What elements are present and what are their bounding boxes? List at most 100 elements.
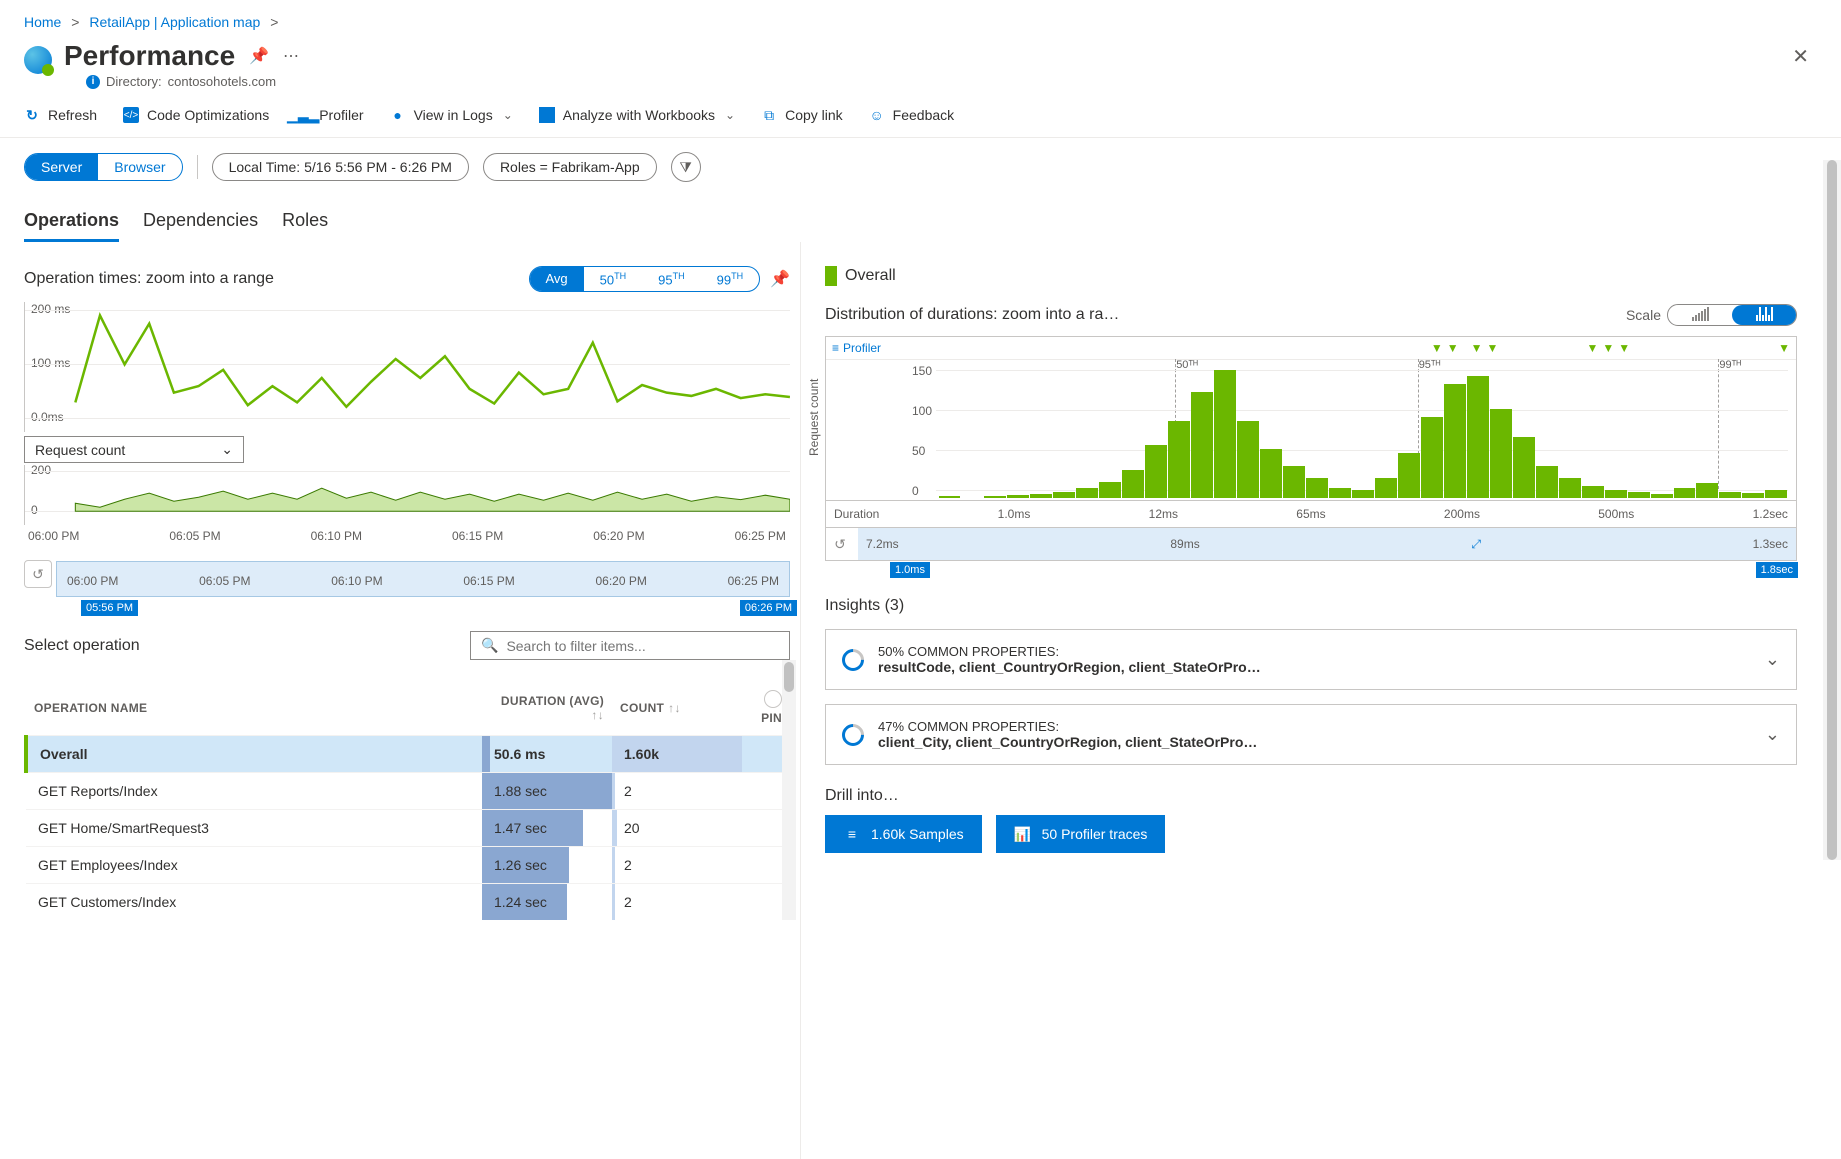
xtick: 06:25 PM bbox=[728, 574, 779, 588]
toolbar: ↻Refresh </>Code Optimizations ▁▃▂Profil… bbox=[0, 97, 1841, 138]
refresh-button[interactable]: ↻Refresh bbox=[24, 107, 97, 123]
xtick: 06:20 PM bbox=[593, 529, 644, 543]
scrollbar-thumb[interactable] bbox=[784, 662, 794, 692]
insight-head: 50% COMMON PROPERTIES: bbox=[878, 644, 1751, 659]
search-input[interactable] bbox=[506, 638, 779, 654]
op-name: GET Employees/Index bbox=[26, 847, 482, 884]
xtick: 06:10 PM bbox=[331, 574, 382, 588]
close-icon[interactable]: ✕ bbox=[1784, 40, 1817, 73]
time-brush[interactable]: 06:00 PM06:05 PM06:10 PM06:15 PM06:20 PM… bbox=[56, 561, 790, 597]
analyze-workbooks-button[interactable]: Analyze with Workbooks⌄ bbox=[539, 107, 735, 123]
overall-badge: Overall bbox=[825, 266, 1797, 286]
table-row[interactable]: GET Home/SmartRequest3 1.47 sec 20 bbox=[26, 810, 790, 847]
xtick: 06:10 PM bbox=[311, 529, 362, 543]
op-name: GET Home/SmartRequest3 bbox=[26, 810, 482, 847]
table-row[interactable]: GET Customers/Index 1.24 sec 2 bbox=[26, 884, 790, 921]
operation-search[interactable]: 🔍 bbox=[470, 631, 790, 660]
col-name[interactable]: OPERATION NAME bbox=[26, 680, 482, 736]
add-filter-button[interactable]: ⧩ bbox=[671, 152, 701, 182]
profiler-icon: ▁▃▂ bbox=[295, 107, 311, 123]
feedback-icon: ☺ bbox=[869, 107, 885, 123]
directory-value: contosohotels.com bbox=[168, 74, 276, 89]
insight-card[interactable]: 50% COMMON PROPERTIES: resultCode, clien… bbox=[825, 629, 1797, 690]
profiler-link[interactable]: Profiler bbox=[843, 341, 881, 355]
pin-chart-icon[interactable]: 📌 bbox=[770, 269, 790, 289]
col-duration[interactable]: DURATION (AVG)↑↓ bbox=[482, 680, 612, 736]
chevron-down-icon[interactable]: ⌄ bbox=[1765, 649, 1780, 670]
distribution-histogram[interactable]: ≡ Profiler ▼▼▼▼ ▼▼▼ ▼ 50ᵀᴴ 95ᵀᴴ 99ᵀᴴ Req… bbox=[825, 336, 1797, 561]
insights-title: Insights (3) bbox=[825, 597, 1797, 615]
tab-roles[interactable]: Roles bbox=[282, 210, 328, 242]
secondary-metric-dropdown[interactable]: Request count⌄ bbox=[24, 436, 244, 463]
list-icon: ≡ bbox=[843, 825, 861, 843]
scale-toggle[interactable] bbox=[1667, 304, 1797, 326]
op-name: GET Customers/Index bbox=[26, 884, 482, 921]
more-icon[interactable]: ⋯ bbox=[283, 46, 299, 66]
xtick: 06:15 PM bbox=[452, 529, 503, 543]
metric-p95[interactable]: 95TH bbox=[642, 267, 700, 291]
scale-label: Scale bbox=[1626, 307, 1661, 323]
logs-icon: ● bbox=[390, 107, 406, 123]
metric-avg[interactable]: Avg bbox=[530, 267, 584, 291]
filter-bar: Server Browser Local Time: 5/16 5:56 PM … bbox=[0, 138, 1841, 182]
donut-icon bbox=[837, 644, 868, 675]
profiler-button[interactable]: ▁▃▂Profiler bbox=[295, 107, 363, 123]
tab-dependencies[interactable]: Dependencies bbox=[143, 210, 258, 242]
xaxis: 06:00 PM 06:05 PM 06:10 PM 06:15 PM 06:20 PM… bbox=[24, 525, 790, 543]
roles-filter-pill[interactable]: Roles = Fabrikam-App bbox=[483, 153, 657, 181]
collapse-icon[interactable]: ⤢ bbox=[1471, 537, 1481, 552]
table-scrollbar[interactable] bbox=[782, 660, 796, 920]
breadcrumb-app[interactable]: RetailApp | Application map bbox=[89, 14, 260, 30]
operations-table: OPERATION NAME DURATION (AVG)↑↓ COUNT↑↓ … bbox=[24, 680, 790, 920]
copy-icon: ⧉ bbox=[761, 107, 777, 123]
insight-head: 47% COMMON PROPERTIES: bbox=[878, 719, 1751, 734]
divider bbox=[197, 155, 198, 179]
server-segment[interactable]: Server bbox=[25, 154, 98, 180]
metric-percentile-toggle[interactable]: Avg 50TH 95TH 99TH bbox=[529, 266, 761, 292]
xtick: 06:05 PM bbox=[169, 529, 220, 543]
profiler-traces-button[interactable]: 📊50 Profiler traces bbox=[996, 815, 1166, 853]
col-count[interactable]: COUNT↑↓ bbox=[612, 680, 742, 736]
brush-end-handle[interactable]: 1.8sec bbox=[1756, 562, 1798, 578]
pin-icon[interactable]: 📌 bbox=[249, 46, 269, 66]
code-optimizations-button[interactable]: </>Code Optimizations bbox=[123, 107, 269, 123]
chevron-down-icon: ⌄ bbox=[725, 108, 735, 122]
search-icon: 🔍 bbox=[481, 637, 498, 654]
xtick: 06:00 PM bbox=[67, 574, 118, 588]
history-icon[interactable]: ↺ bbox=[24, 560, 52, 588]
brush-start-handle[interactable]: 05:56 PM bbox=[81, 600, 138, 616]
brush-start-handle[interactable]: 1.0ms bbox=[890, 562, 930, 578]
operation-times-title: Operation times: zoom into a range bbox=[24, 270, 274, 288]
brush-end-handle[interactable]: 06:26 PM bbox=[740, 600, 797, 616]
operation-times-chart[interactable]: 200 ms 100 ms 0.0ms bbox=[24, 302, 790, 432]
main-tabs: Operations Dependencies Roles bbox=[0, 182, 1841, 242]
status-indicator bbox=[825, 266, 837, 286]
trace-icon: 📊 bbox=[1014, 825, 1032, 843]
xtick: 06:25 PM bbox=[735, 529, 786, 543]
duration-brush[interactable]: 7.2ms 89ms ⤢ 1.3sec 1.0ms 1.8sec bbox=[858, 528, 1796, 560]
metric-p99[interactable]: 99TH bbox=[701, 267, 759, 291]
feedback-button[interactable]: ☺Feedback bbox=[869, 107, 954, 123]
breadcrumb-home[interactable]: Home bbox=[24, 14, 61, 30]
time-range-pill[interactable]: Local Time: 5/16 5:56 PM - 6:26 PM bbox=[212, 153, 469, 181]
appinsights-icon bbox=[24, 46, 52, 74]
browser-segment[interactable]: Browser bbox=[98, 154, 181, 180]
samples-button[interactable]: ≡1.60k Samples bbox=[825, 815, 982, 853]
chevron-right-icon: > bbox=[270, 14, 278, 30]
request-count-chart[interactable]: 200 0 bbox=[24, 465, 790, 525]
view-in-logs-button[interactable]: ●View in Logs⌄ bbox=[390, 107, 513, 123]
server-browser-toggle[interactable]: Server Browser bbox=[24, 153, 183, 181]
scrollbar-thumb[interactable] bbox=[1827, 160, 1837, 860]
xtick: 06:00 PM bbox=[28, 529, 79, 543]
hist-xlabel: Duration bbox=[834, 507, 879, 521]
history-icon[interactable]: ↺ bbox=[826, 530, 854, 558]
tab-operations[interactable]: Operations bbox=[24, 210, 119, 242]
insight-card[interactable]: 47% COMMON PROPERTIES: client_City, clie… bbox=[825, 704, 1797, 765]
chevron-down-icon[interactable]: ⌄ bbox=[1765, 724, 1780, 745]
copy-link-button[interactable]: ⧉Copy link bbox=[761, 107, 843, 123]
info-icon: i bbox=[86, 75, 100, 89]
table-row[interactable]: GET Reports/Index 1.88 sec 2 bbox=[26, 773, 790, 810]
metric-p50[interactable]: 50TH bbox=[584, 267, 642, 291]
table-row[interactable]: GET Employees/Index 1.26 sec 2 bbox=[26, 847, 790, 884]
table-row[interactable]: Overall 50.6 ms 1.60k bbox=[26, 736, 790, 773]
